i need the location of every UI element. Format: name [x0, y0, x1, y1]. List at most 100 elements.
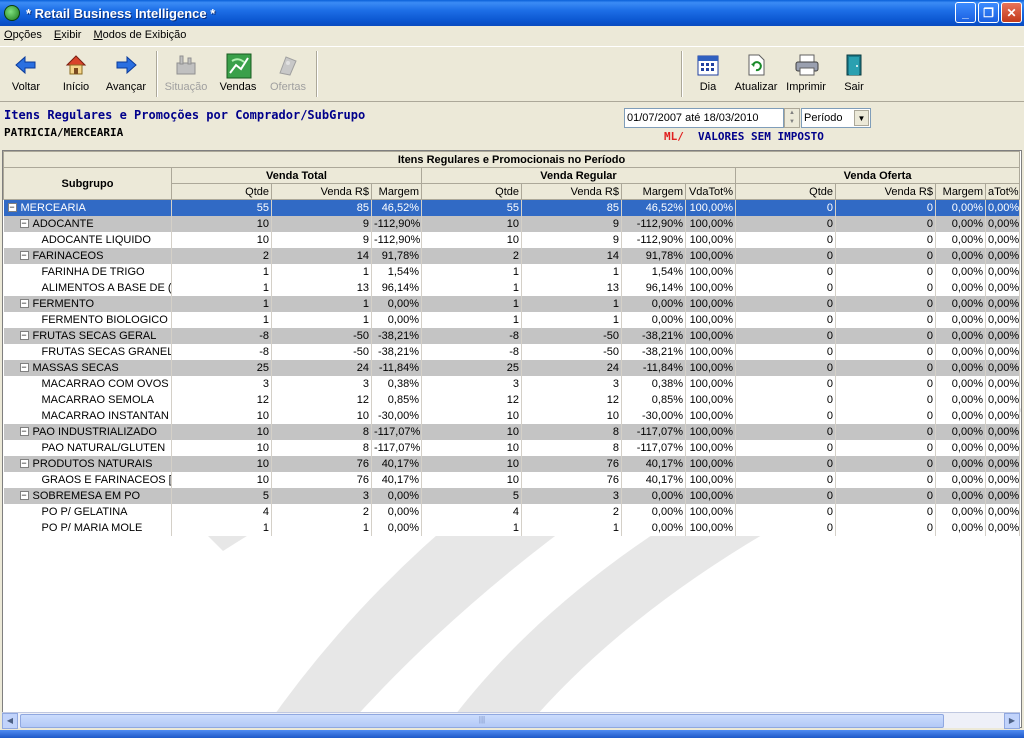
table-cell[interactable]: 0: [735, 215, 836, 232]
table-cell[interactable]: 1: [171, 263, 272, 280]
table-cell[interactable]: 12: [171, 391, 272, 408]
sales-button[interactable]: Vendas: [212, 51, 264, 99]
restore-icon[interactable]: ❐: [978, 2, 999, 23]
table-row[interactable]: PO P/ MARIA MOLE 1 1 0,00% 1 1 0,00% 100,00% 0 0 0…: [3, 519, 1021, 536]
table-cell[interactable]: 100,00%: [685, 327, 736, 344]
column-header[interactable]: aTot%: [984, 183, 1021, 200]
table-cell[interactable]: 10: [521, 407, 622, 424]
table-cell[interactable]: 2: [171, 247, 272, 264]
table-cell[interactable]: 1: [421, 311, 522, 328]
table-cell[interactable]: 1: [421, 519, 522, 536]
group-row[interactable]: − PRODUTOS NATURAIS 10 76 40,17% 10 76 40,17% 10…: [3, 455, 1021, 472]
table-cell[interactable]: -117,07%: [621, 439, 686, 456]
table-cell[interactable]: -112,90%: [371, 215, 422, 232]
table-cell[interactable]: 0,38%: [371, 375, 422, 392]
table-cell[interactable]: 0: [835, 295, 936, 312]
subgroup-cell[interactable]: − FERMENTO: [3, 295, 172, 312]
table-cell[interactable]: 100,00%: [685, 311, 736, 328]
table-cell[interactable]: 8: [521, 423, 622, 440]
table-cell[interactable]: 0,00%: [985, 439, 1021, 456]
table-cell[interactable]: 0: [735, 263, 836, 280]
table-cell[interactable]: 100,00%: [685, 263, 736, 280]
subgroup-cell[interactable]: FERMENTO BIOLOGICO: [3, 311, 172, 328]
table-cell[interactable]: -38,21%: [371, 327, 422, 344]
table-cell[interactable]: 10: [171, 471, 272, 488]
table-row[interactable]: MACARRAO COM OVOS 3 3 0,38% 3 3 0,38% 100,00% 0 0…: [3, 375, 1021, 392]
table-cell[interactable]: -30,00%: [621, 407, 686, 424]
table-cell[interactable]: 9: [271, 215, 372, 232]
table-row[interactable]: ADOCANTE LIQUIDO 10 9 -112,90% 10 9 -112,90% 10…: [3, 231, 1021, 248]
table-cell[interactable]: 100,00%: [685, 407, 736, 424]
table-cell[interactable]: 0: [835, 311, 936, 328]
table-cell[interactable]: 100,00%: [685, 455, 736, 472]
column-header[interactable]: Venda R$: [835, 183, 936, 200]
table-cell[interactable]: 91,78%: [371, 247, 422, 264]
table-cell[interactable]: 1: [521, 263, 622, 280]
table-cell[interactable]: 0,00%: [935, 359, 986, 376]
forward-button[interactable]: Avançar: [100, 51, 152, 99]
table-cell[interactable]: 1: [421, 279, 522, 296]
subgroup-cell[interactable]: MACARRAO INSTANTAN: [3, 407, 172, 424]
subgroup-cell[interactable]: FARINHA DE TRIGO: [3, 263, 172, 280]
table-cell[interactable]: 12: [421, 391, 522, 408]
table-cell[interactable]: 0: [835, 439, 936, 456]
table-cell[interactable]: 0: [835, 487, 936, 504]
table-cell[interactable]: 0,00%: [935, 215, 986, 232]
collapse-icon[interactable]: −: [19, 251, 29, 261]
table-cell[interactable]: -8: [171, 343, 272, 360]
table-cell[interactable]: 0: [835, 327, 936, 344]
table-cell[interactable]: -8: [171, 327, 272, 344]
table-cell[interactable]: 1: [271, 263, 372, 280]
table-cell[interactable]: 85: [271, 199, 372, 216]
table-cell[interactable]: 0,00%: [985, 263, 1021, 280]
table-cell[interactable]: -50: [271, 327, 372, 344]
table-cell[interactable]: 0: [735, 199, 836, 216]
group-row[interactable]: − FRUTAS SECAS GERAL -8 -50 -38,21% -8 -50 -38,…: [3, 327, 1021, 344]
table-cell[interactable]: 0: [735, 231, 836, 248]
subgroup-cell[interactable]: GRAOS E FARINACEOS [: [3, 471, 172, 488]
table-cell[interactable]: 10: [421, 231, 522, 248]
table-cell[interactable]: 0: [735, 391, 836, 408]
table-cell[interactable]: 0,00%: [935, 327, 986, 344]
table-cell[interactable]: 4: [421, 503, 522, 520]
table-cell[interactable]: 5: [421, 487, 522, 504]
table-cell[interactable]: 0,00%: [935, 503, 986, 520]
table-cell[interactable]: 0,00%: [935, 375, 986, 392]
refresh-button[interactable]: Atualizar: [730, 51, 782, 99]
table-cell[interactable]: 1: [421, 295, 522, 312]
table-cell[interactable]: 0,00%: [371, 519, 422, 536]
table-cell[interactable]: -8: [421, 343, 522, 360]
subgroup-cell[interactable]: FRUTAS SECAS GRANEL: [3, 343, 172, 360]
table-cell[interactable]: 0: [835, 343, 936, 360]
collapse-icon[interactable]: −: [19, 331, 29, 341]
table-cell[interactable]: 0,38%: [621, 375, 686, 392]
table-cell[interactable]: 0: [835, 455, 936, 472]
group-row[interactable]: − FARINACEOS 2 14 91,78% 2 14 91,78% 100,00% 0 0 0,…: [3, 247, 1021, 264]
print-button[interactable]: Imprimir: [780, 51, 832, 99]
table-cell[interactable]: 0: [835, 215, 936, 232]
table-cell[interactable]: 10: [171, 215, 272, 232]
subgroup-cell[interactable]: PO P/ GELATINA: [3, 503, 172, 520]
table-cell[interactable]: 0: [835, 359, 936, 376]
table-cell[interactable]: 0: [835, 503, 936, 520]
table-cell[interactable]: 10: [421, 439, 522, 456]
table-cell[interactable]: 10: [171, 439, 272, 456]
table-cell[interactable]: 0,00%: [935, 391, 986, 408]
table-row[interactable]: FARINHA DE TRIGO 1 1 1,54% 1 1 1,54% 100,00% 0 0 0…: [3, 263, 1021, 280]
table-cell[interactable]: 1: [171, 519, 272, 536]
table-cell[interactable]: 0,00%: [985, 503, 1021, 520]
table-cell[interactable]: 10: [171, 231, 272, 248]
table-row[interactable]: MACARRAO SEMOLA 12 12 0,85% 12 12 0,85% 100,00%…: [3, 391, 1021, 408]
table-cell[interactable]: 100,00%: [685, 247, 736, 264]
column-header[interactable]: Qtde: [421, 183, 522, 200]
table-cell[interactable]: -50: [521, 343, 622, 360]
table-cell[interactable]: 1,54%: [621, 263, 686, 280]
table-cell[interactable]: 0: [735, 295, 836, 312]
table-cell[interactable]: -38,21%: [371, 343, 422, 360]
table-cell[interactable]: 40,17%: [621, 471, 686, 488]
table-cell[interactable]: 1: [271, 295, 372, 312]
table-cell[interactable]: 0,00%: [985, 519, 1021, 536]
table-cell[interactable]: 100,00%: [685, 439, 736, 456]
table-cell[interactable]: -117,07%: [371, 423, 422, 440]
menu-modos-exibicao[interactable]: Modos de Exibição: [93, 29, 186, 41]
